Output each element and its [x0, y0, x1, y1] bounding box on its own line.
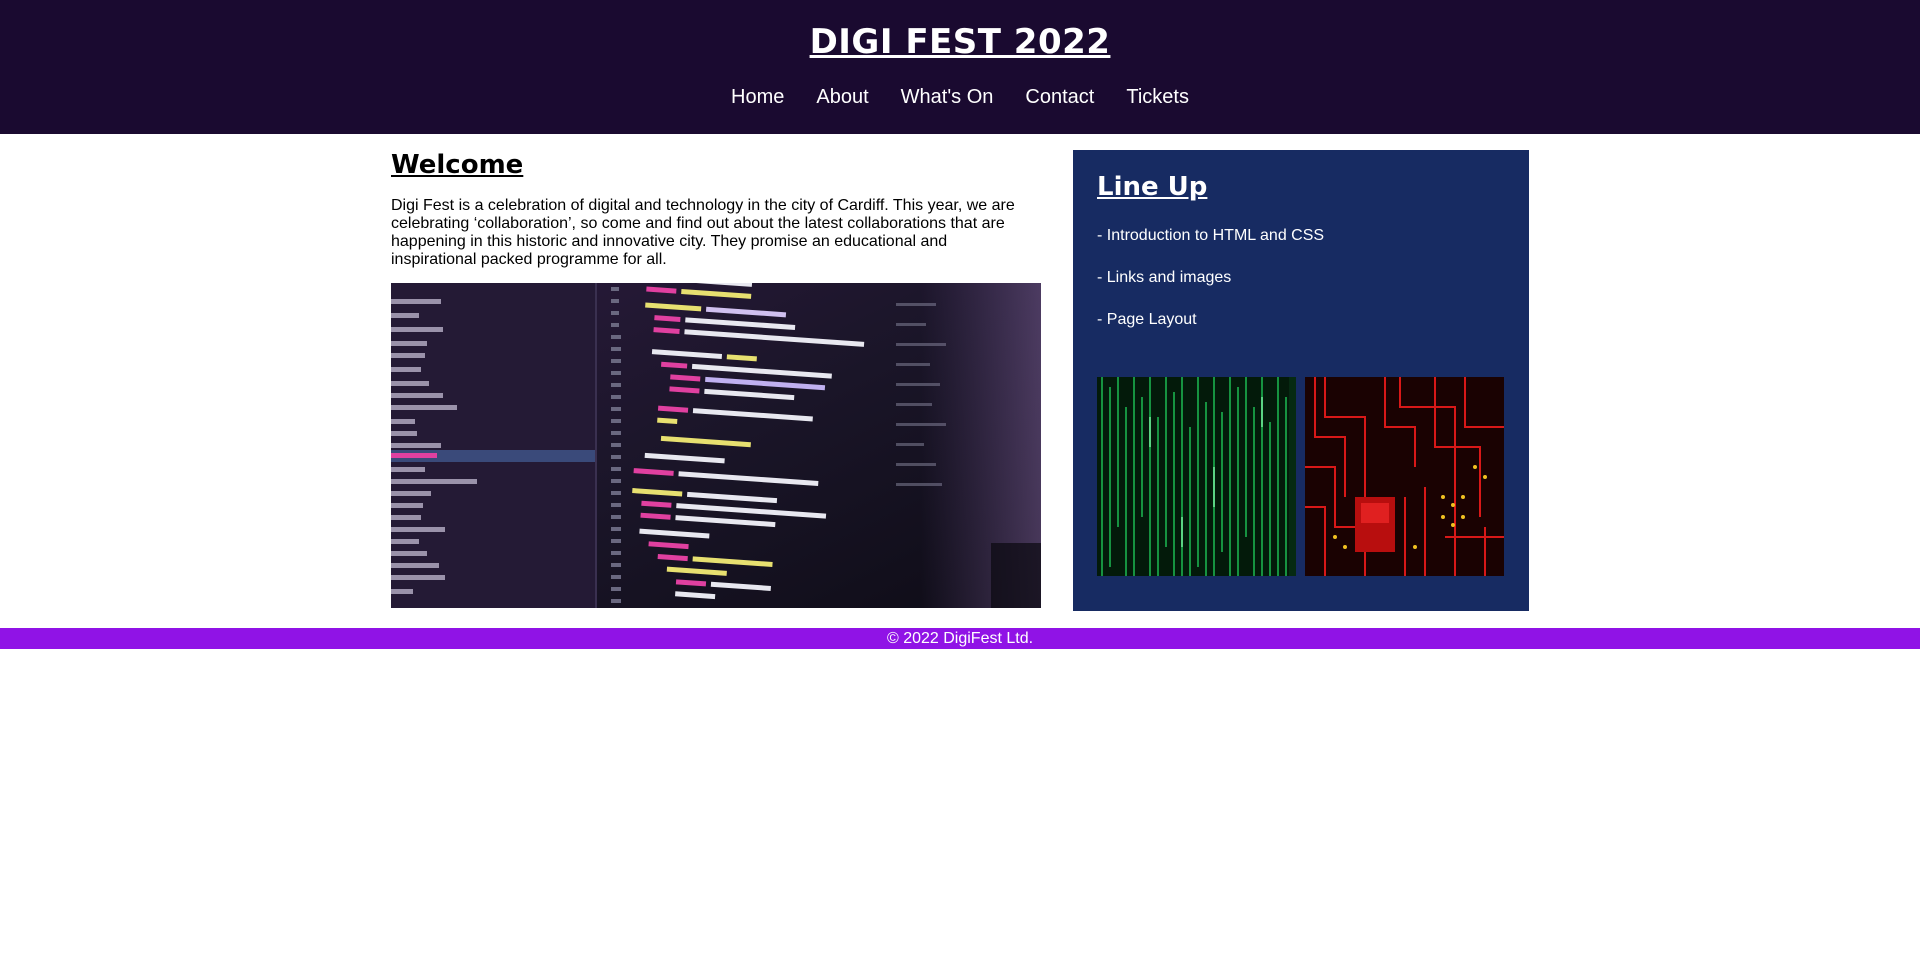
- page: DIGI FEST 2022 Home About What's On Cont…: [0, 0, 1920, 965]
- code-editor-image: [391, 283, 1041, 608]
- lineup-item: - Links and images: [1097, 269, 1232, 286]
- lineup-heading: Line Up: [1097, 172, 1208, 202]
- circuit-board-image: [1305, 377, 1504, 576]
- copyright-text: © 2022 DigiFest Ltd.: [886, 630, 1034, 647]
- site-footer: © 2022 DigiFest Ltd.: [0, 628, 1920, 649]
- site-header: DIGI FEST 2022 Home About What's On Cont…: [0, 0, 1920, 134]
- lineup-item: - Introduction to HTML and CSS: [1097, 227, 1325, 244]
- nav-link-about[interactable]: About: [816, 86, 868, 109]
- main-nav: Home About What's On Contact Tickets: [0, 86, 1920, 109]
- lineup-panel: Line Up - Introduction to HTML and CSS -…: [1073, 150, 1529, 611]
- nav-link-tickets[interactable]: Tickets: [1126, 86, 1189, 109]
- nav-link-whats-on[interactable]: What's On: [901, 86, 994, 109]
- matrix-code-image: [1097, 377, 1296, 576]
- site-title: DIGI FEST 2022: [809, 22, 1111, 62]
- nav-link-contact[interactable]: Contact: [1025, 86, 1094, 109]
- welcome-text: Digi Fest is a celebration of digital an…: [391, 197, 1015, 268]
- nav-link-home[interactable]: Home: [731, 86, 784, 109]
- lineup-item: - Page Layout: [1097, 311, 1197, 328]
- welcome-section: Welcome Digi Fest is a celebration of di…: [391, 150, 1041, 608]
- welcome-heading: Welcome: [391, 150, 524, 180]
